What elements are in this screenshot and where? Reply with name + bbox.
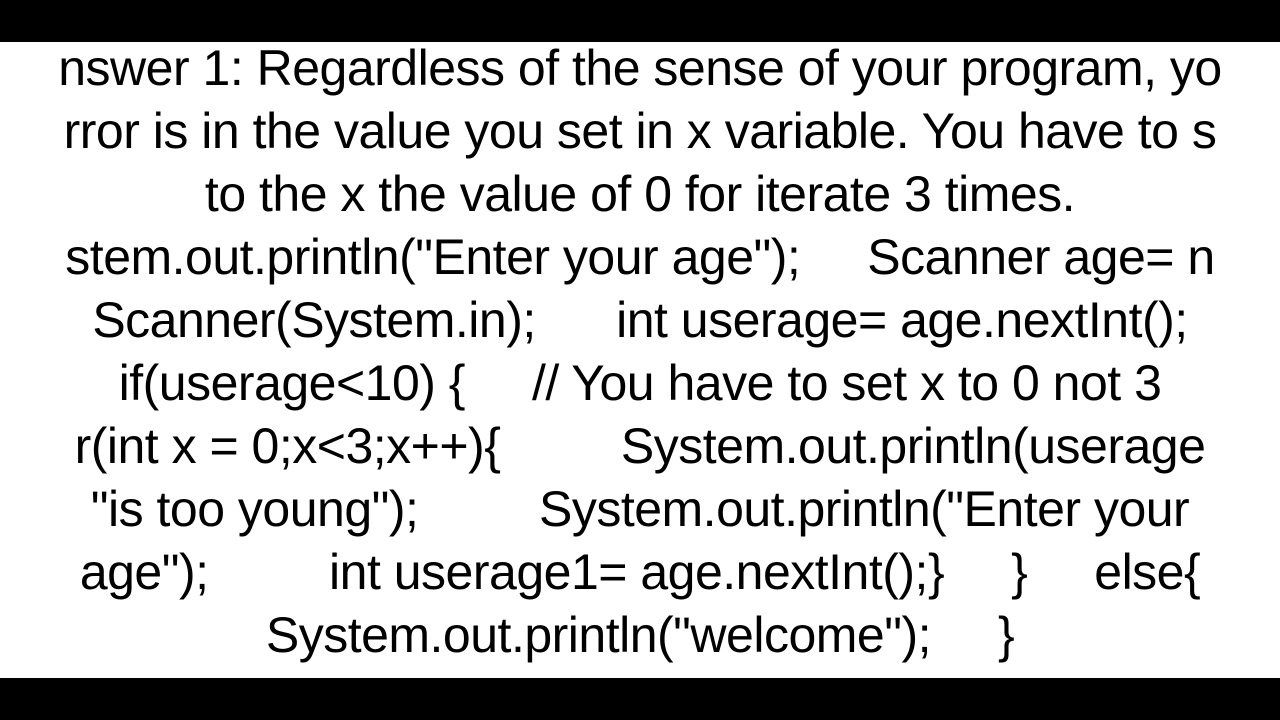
text-line-4: stem.out.println("Enter your age"); Scan… <box>65 229 1214 285</box>
text-line-9: age"); int userage1= age.nextInt();} } e… <box>80 544 1200 600</box>
text-line-6: if(userage<10) { // You have to set x to… <box>119 355 1162 411</box>
letterbox-top <box>0 0 1280 42</box>
letterbox-bottom <box>0 678 1280 720</box>
text-line-5: Scanner(System.in); int userage= age.nex… <box>92 292 1187 348</box>
text-line-1: nswer 1: Regardless of the sense of your… <box>58 42 1221 96</box>
text-line-2: rror is in the value you set in x variab… <box>64 103 1217 159</box>
text-line-7: r(int x = 0;x<3;x++){ System.out.println… <box>75 418 1206 474</box>
answer-text-block: nswer 1: Regardless of the sense of your… <box>0 42 1280 667</box>
text-line-10: System.out.println("welcome"); } <box>266 607 1014 663</box>
text-line-8: "is too young"); System.out.println("Ent… <box>91 481 1189 537</box>
text-line-3: to the x the value of 0 for iterate 3 ti… <box>205 166 1075 222</box>
content-area: nswer 1: Regardless of the sense of your… <box>0 42 1280 678</box>
